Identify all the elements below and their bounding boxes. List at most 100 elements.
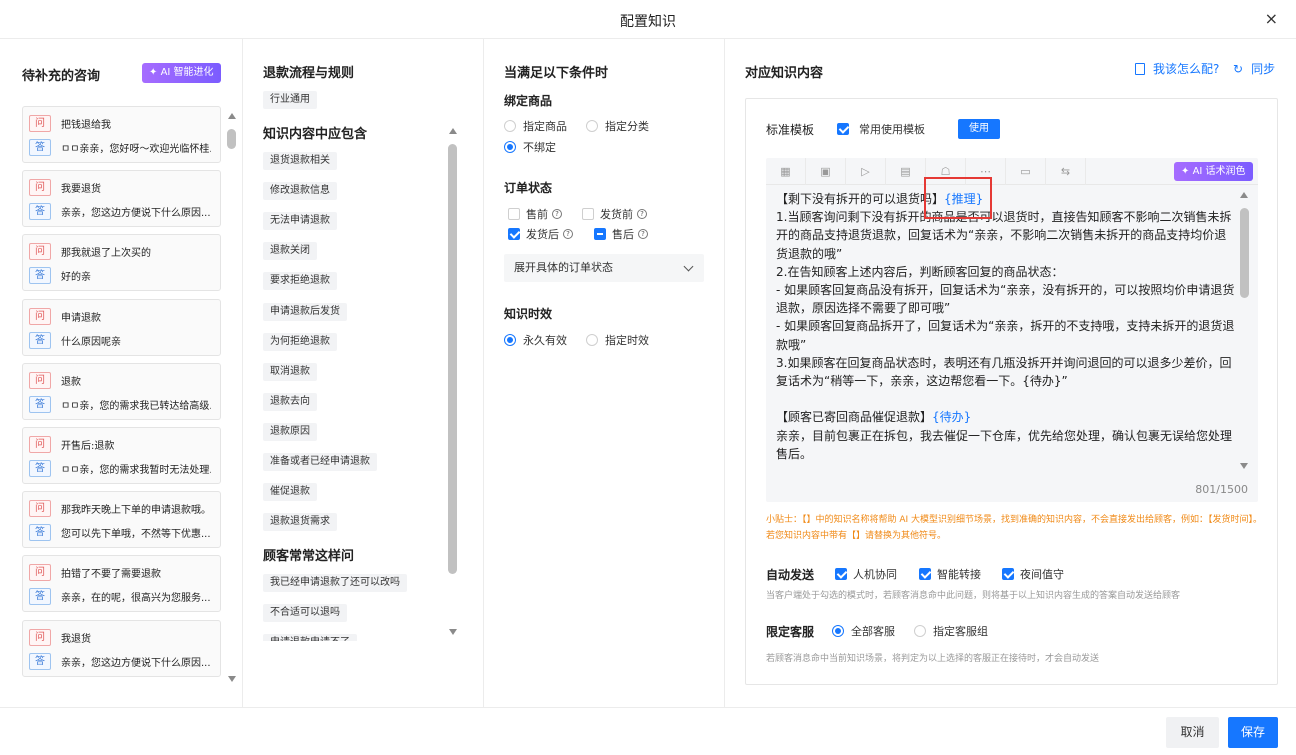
answer-tag: 答 <box>29 267 51 285</box>
content-title: 对应知识内容 <box>745 66 824 81</box>
question-text: 把钱退给我 <box>61 120 111 131</box>
screen-icon[interactable]: ▭ <box>1006 157 1046 185</box>
answer-tag: 答 <box>29 395 51 413</box>
answer-text: 什么原因呢亲 <box>61 336 121 348</box>
editor-text[interactable]: 【剩下没有拆开的可以退货吗】{推理} 1.当顾客询问剩下没有拆开的商品是否可以退… <box>776 190 1236 463</box>
check-smart-transfer[interactable]: 智能转接 <box>919 566 981 582</box>
answer-tag: 答 <box>29 203 51 221</box>
answer-text: ㅁㅁ亲，您的需求我暂时无法处理... <box>61 465 211 476</box>
cancel-button[interactable]: 取消 <box>1166 717 1219 748</box>
sample-question-chip[interactable]: 不合适可以退吗 <box>263 604 347 623</box>
question-text: 拍错了不要了需要退款 <box>61 569 161 581</box>
radio-no-binding[interactable]: 不绑定 <box>504 139 556 155</box>
consult-card[interactable]: 问申请退款答什么原因呢亲 <box>22 298 221 356</box>
order-status-dropdown[interactable]: 展开具体的订单状态 <box>504 254 704 282</box>
scroll-down-icon[interactable] <box>1240 463 1248 469</box>
chevron-down-icon <box>683 261 694 272</box>
close-icon[interactable]: × <box>1265 9 1278 28</box>
doc-icon <box>1135 62 1145 75</box>
sync-link[interactable]: ↻ 同步 <box>1233 60 1275 77</box>
how-to-config-link[interactable]: 我该怎么配? <box>1135 60 1219 77</box>
consult-card[interactable]: 问拍错了不要了需要退款答亲亲，在的呢，很高兴为您服务... <box>22 555 221 613</box>
question-tag: 问 <box>29 115 51 132</box>
sample-question-chip[interactable]: 我已经申请退款了还可以改吗 <box>263 574 407 592</box>
char-counter: 801/1500 <box>1195 483 1248 496</box>
answer-text: 亲亲，您这边方便说下什么原因... <box>61 657 211 669</box>
radio-permanent[interactable]: 永久有效 <box>504 332 567 348</box>
todo-variable: {待办} <box>932 410 972 425</box>
answer-text: 好的亲 <box>61 272 91 284</box>
knowledge-editor[interactable]: ▦ ▣ ▷ ▤ ☖ ⋯ ▭ ⇆ ✦ AI 话术润色 【剩下没有拆开的可以退货吗】… <box>766 157 1258 502</box>
refund-rules-column: 退款流程与规则 行业通用 知识内容中应包含 退货退款相关 修改退款信息 无法申请退款… <box>243 39 484 707</box>
content-panel: 标准模板 常用使用模板 使用 ▦ ▣ ▷ ▤ ☖ ⋯ ▭ ⇆ ✦ AI 话术润色… <box>745 98 1278 685</box>
check-aftersale[interactable]: 售后? <box>594 226 648 242</box>
file-icon[interactable]: ▤ <box>886 157 926 185</box>
consult-card[interactable]: 问退款答ㅁㅁ亲，您的需求我已转达给高级... <box>22 362 221 420</box>
consult-card[interactable]: 问那我昨天晚上下单的申请退款哦。答您可以先下单哦，不然等下优惠... <box>22 491 221 549</box>
video-icon[interactable]: ▷ <box>846 157 886 185</box>
scroll-down-icon[interactable] <box>228 676 236 682</box>
question-text: 我退货 <box>61 633 91 645</box>
help-icon: ? <box>563 229 573 239</box>
help-icon: ? <box>638 229 648 239</box>
check-after-ship[interactable]: 发货后? <box>508 226 573 242</box>
consult-card[interactable]: 问我要退货答亲亲，您这边方便说下什么原因... <box>22 170 221 228</box>
check-human-ai[interactable]: 人机协同 <box>835 566 897 582</box>
question-tag: 问 <box>29 371 51 389</box>
question-text: 我要退货 <box>61 184 101 196</box>
consult-card[interactable]: 问那我就退了上次买的答好的亲 <box>22 234 221 292</box>
common-template-check[interactable]: 常用使用模板 <box>837 121 925 137</box>
radio-specified-product[interactable]: 指定商品 <box>504 118 567 134</box>
consult-card[interactable]: 问把钱退给我答ㅁㅁ亲亲，您好呀～欢迎光临怀桂... <box>22 106 221 163</box>
question-text: 申请退款 <box>61 312 101 324</box>
sample-question-chip[interactable]: 申请退款申请不了 <box>263 634 357 641</box>
radio-specified-category[interactable]: 指定分类 <box>586 118 649 134</box>
question-text: 退款 <box>61 376 81 388</box>
rules-scrollbar[interactable] <box>448 144 457 574</box>
limit-staff-label: 限定客服 <box>766 625 815 639</box>
question-tag: 问 <box>29 243 51 261</box>
bind-product-label: 绑定商品 <box>504 94 553 108</box>
order-status-label: 订单状态 <box>504 181 553 195</box>
answer-tag: 答 <box>29 588 51 606</box>
sync-icon: ↻ <box>1233 61 1244 76</box>
image-icon[interactable]: ▣ <box>806 157 846 185</box>
answer-tag: 答 <box>29 460 51 477</box>
help-icon: ? <box>552 209 562 219</box>
pending-consultations-column: 待补充的咨询 ✦ AI 智能进化 问把钱退给我答ㅁㅁ亲亲，您好呀～欢迎光临怀桂.… <box>0 39 243 707</box>
highlight-box <box>924 177 992 219</box>
radio-specified-validity[interactable]: 指定时效 <box>586 332 649 348</box>
check-night-duty[interactable]: 夜间值守 <box>1002 566 1064 582</box>
validity-label: 知识时效 <box>504 307 553 321</box>
scroll-up-icon[interactable] <box>228 113 236 119</box>
radio-staff-group[interactable]: 指定客服组 <box>914 623 988 639</box>
consult-card[interactable]: 问开售后:退款答ㅁㅁ亲，您的需求我暂时无法处理... <box>22 427 221 484</box>
check-presale[interactable]: 售前? <box>508 206 562 222</box>
ai-polish-button[interactable]: ✦ AI 话术润色 <box>1174 162 1253 181</box>
editor-scrollbar[interactable] <box>1240 208 1249 298</box>
save-button[interactable]: 保存 <box>1228 717 1278 748</box>
radio-all-staff[interactable]: 全部客服 <box>832 623 895 639</box>
table-icon[interactable]: ▦ <box>766 157 806 185</box>
scroll-down-icon[interactable] <box>449 629 457 635</box>
question-text: 那我就退了上次买的 <box>61 248 151 260</box>
ai-evolve-button[interactable]: ✦ AI 智能进化 <box>142 63 221 83</box>
help-icon: ? <box>637 209 647 219</box>
sparkle-icon: ✦ <box>1181 166 1193 177</box>
sparkle-icon: ✦ <box>149 67 161 78</box>
auto-send-label: 自动发送 <box>766 568 815 582</box>
consult-scrollbar[interactable] <box>227 129 236 149</box>
template-label: 标准模板 <box>766 123 815 137</box>
answer-text: ㅁㅁ亲亲，您好呀～欢迎光临怀桂... <box>61 144 211 155</box>
answer-text: 您可以先下单哦，不然等下优惠... <box>61 529 211 541</box>
dialog-footer: 取消 保存 <box>0 707 1296 755</box>
scroll-up-icon[interactable] <box>449 128 457 134</box>
consult-card[interactable]: 问我退货答亲亲，您这边方便说下什么原因... <box>22 619 221 677</box>
question-tag: 问 <box>29 500 51 518</box>
conditions-title: 当满足以下条件时 <box>504 66 609 81</box>
use-template-button[interactable]: 使用 <box>958 119 1000 139</box>
check-before-ship[interactable]: 发货前? <box>582 206 647 222</box>
knowledge-content-column: 对应知识内容 我该怎么配? ↻ 同步 标准模板 常用使用模板 使用 ▦ ▣ ▷ ▤… <box>725 39 1296 707</box>
scroll-up-icon[interactable] <box>1240 192 1248 198</box>
transfer-icon[interactable]: ⇆ <box>1046 157 1086 185</box>
